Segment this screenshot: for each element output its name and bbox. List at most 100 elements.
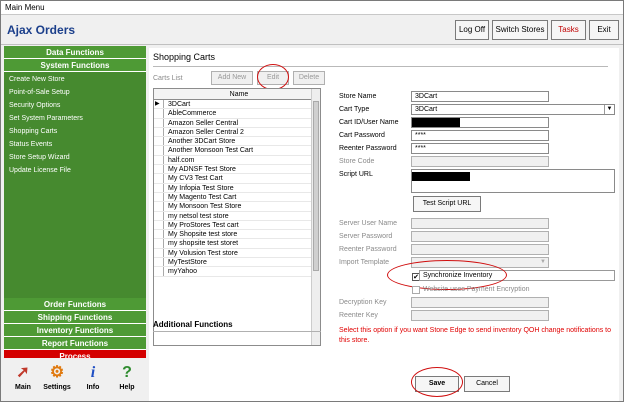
row-selector[interactable] <box>154 183 164 192</box>
row-selector[interactable] <box>154 267 164 276</box>
row-selector[interactable] <box>154 258 164 267</box>
sidebar-item-create-new-store[interactable]: Create New Store <box>4 73 146 86</box>
reenter-password2-field[interactable] <box>411 244 549 255</box>
row-selector[interactable] <box>154 109 164 118</box>
row-selector[interactable] <box>154 146 164 155</box>
sidebar-item-status-events[interactable]: Status Events <box>4 138 146 151</box>
row-selector[interactable] <box>154 220 164 230</box>
reenter-password-label: Reenter Password <box>339 145 397 152</box>
row-selector[interactable] <box>154 230 164 239</box>
store-name-field[interactable]: 3DCart <box>411 91 549 102</box>
cart-type-label: Cart Type <box>339 106 370 113</box>
chevron-down-icon[interactable]: ▼ <box>604 105 614 114</box>
decryption-key-field[interactable] <box>411 297 549 308</box>
sync-inventory-note: Select this option if you want Stone Edg… <box>339 327 611 344</box>
cart-name: Amazon Seller Central <box>168 119 239 127</box>
info-tool-label: Info <box>86 384 100 391</box>
cart-password-field[interactable]: **** <box>411 130 549 141</box>
list-item[interactable]: Another Monsoon Test Cart <box>154 146 312 156</box>
settings-tool-button[interactable]: ⚙ Settings <box>40 362 74 391</box>
data-functions-header[interactable]: Data Functions <box>4 46 146 59</box>
list-item[interactable]: my netsol test store <box>154 211 312 221</box>
cart-password-label: Cart Password <box>339 132 385 139</box>
list-item[interactable]: Amazon Seller Central 2 <box>154 127 312 138</box>
list-item[interactable]: My Shopsite test store <box>154 230 312 240</box>
reenter-password-field[interactable]: **** <box>411 143 549 154</box>
cart-id-label: Cart ID/User Name <box>339 119 399 126</box>
row-selector[interactable] <box>154 211 164 220</box>
cart-type-select[interactable]: 3DCart ▼ <box>411 104 615 115</box>
help-tool-button[interactable]: ? Help <box>110 362 144 391</box>
list-item[interactable]: AbleCommerce <box>154 109 312 119</box>
list-item[interactable]: My Infopia Test Store <box>154 183 312 193</box>
store-name-label: Store Name <box>339 93 377 100</box>
list-item[interactable]: Amazon Seller Central <box>154 118 312 128</box>
decryption-key-label: Decryption Key <box>339 299 387 306</box>
row-selector[interactable] <box>154 192 164 202</box>
report-functions-header[interactable]: Report Functions <box>4 337 146 350</box>
tasks-button[interactable]: Tasks <box>551 20 586 40</box>
list-item[interactable]: My ProStores Test cart <box>154 220 312 231</box>
list-item[interactable]: My ADNSF Test Store <box>154 165 312 175</box>
list-item[interactable]: My CV3 Test Cart <box>154 174 312 184</box>
row-selector[interactable] <box>154 100 164 109</box>
main-tool-button[interactable]: ➚ Main <box>6 362 40 391</box>
list-item[interactable]: My Monsoon Test Store <box>154 202 312 212</box>
list-item[interactable]: 3DCart <box>154 100 312 110</box>
server-password-field[interactable] <box>411 231 549 242</box>
cart-name: My ADNSF Test Store <box>168 166 236 174</box>
info-tool-button[interactable]: i Info <box>76 362 110 391</box>
list-item[interactable]: Another 3DCart Store <box>154 137 312 147</box>
row-selector[interactable] <box>154 239 164 248</box>
list-item[interactable]: My Volusion Test store <box>154 248 312 259</box>
row-selector[interactable] <box>154 155 164 165</box>
cart-name: 3DCart <box>168 101 191 108</box>
cart-name: My Shopsite test store <box>168 231 238 239</box>
list-item[interactable]: myYahoo <box>154 267 312 277</box>
add-new-button[interactable]: Add New <box>211 71 253 85</box>
cart-name: myYahoo <box>168 268 198 276</box>
list-item[interactable]: my shopsite test storet <box>154 239 312 249</box>
order-functions-header[interactable]: Order Functions <box>4 298 146 311</box>
list-item[interactable]: My Magento Test Cart <box>154 192 312 203</box>
row-selector[interactable] <box>154 202 164 211</box>
chevron-down-icon[interactable]: ▼ <box>538 258 548 267</box>
sidebar-item-update-license-file[interactable]: Update License File <box>4 164 146 177</box>
sidebar-item-point-of-sale-setup[interactable]: Point-of-Sale Setup <box>4 86 146 99</box>
reenter-key-field[interactable] <box>411 310 549 321</box>
row-selector[interactable] <box>154 118 164 127</box>
carts-list-label: Carts List <box>153 75 183 82</box>
list-item[interactable]: MyTestStore <box>154 258 312 268</box>
sidebar-item-store-setup-wizard[interactable]: Store Setup Wizard <box>4 151 146 164</box>
inventory-functions-header[interactable]: Inventory Functions <box>4 324 146 337</box>
grid-scrollbar[interactable] <box>311 89 320 345</box>
log-off-button[interactable]: Log Off <box>455 20 489 40</box>
script-url-label: Script URL <box>339 171 373 178</box>
sidebar-item-shopping-carts[interactable]: Shopping Carts <box>4 125 146 138</box>
scrollbar-thumb[interactable] <box>313 101 319 271</box>
sidebar-item-security-options[interactable]: Security Options <box>4 99 146 112</box>
carts-list-grid[interactable]: Name 3DCartAbleCommerceAmazon Seller Cen… <box>153 88 321 346</box>
row-selector[interactable] <box>154 174 164 183</box>
cancel-button[interactable]: Cancel <box>464 376 510 392</box>
script-url-field[interactable] <box>411 169 615 193</box>
exit-button[interactable]: Exit <box>589 20 619 40</box>
row-selector[interactable] <box>154 137 164 146</box>
test-script-url-button[interactable]: Test Script URL <box>413 196 481 212</box>
row-selector[interactable] <box>154 127 164 137</box>
list-item[interactable]: half.com <box>154 155 312 166</box>
system-functions-header[interactable]: System Functions <box>4 59 146 72</box>
cart-name: My ProStores Test cart <box>168 221 239 229</box>
sidebar-item-set-system-parameters[interactable]: Set System Parameters <box>4 112 146 125</box>
payment-encryption-checkbox[interactable] <box>412 286 420 294</box>
server-user-field[interactable] <box>411 218 549 229</box>
settings-tool-label: Settings <box>43 384 71 391</box>
switch-stores-button[interactable]: Switch Stores <box>492 20 548 40</box>
shipping-functions-header[interactable]: Shipping Functions <box>4 311 146 324</box>
delete-button[interactable]: Delete <box>293 71 325 85</box>
column-name-header[interactable]: Name <box>164 89 314 100</box>
row-selector[interactable] <box>154 248 164 258</box>
row-selector[interactable] <box>154 165 164 174</box>
cart-id-field[interactable] <box>411 117 549 128</box>
store-code-field[interactable] <box>411 156 549 167</box>
